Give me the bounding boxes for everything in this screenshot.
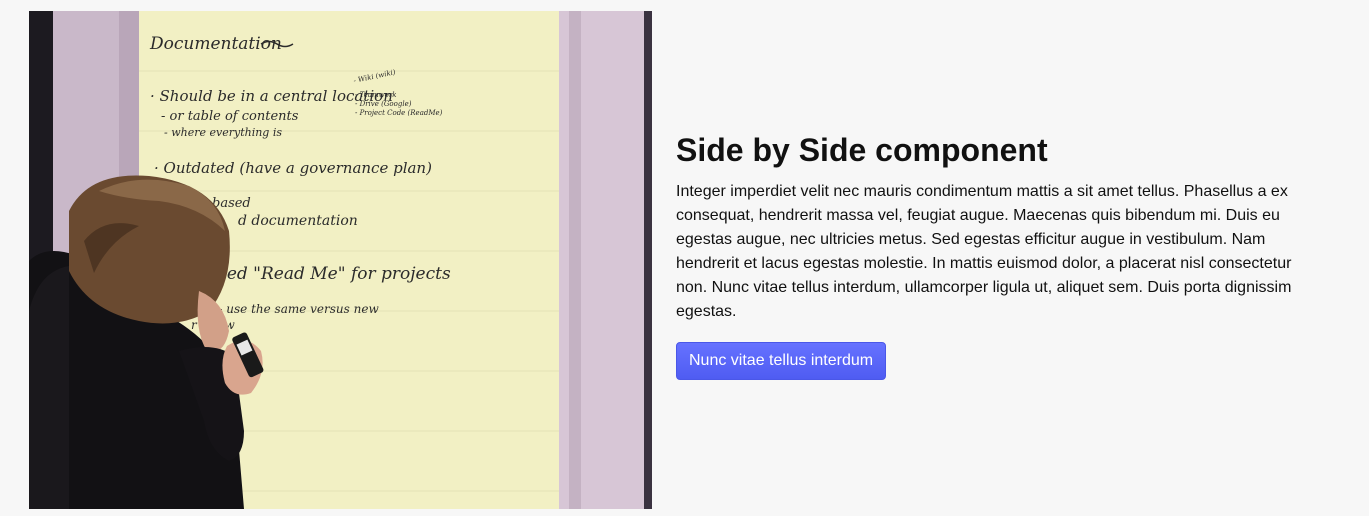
handwriting-note: - Drive (Google) [355, 100, 412, 108]
handwriting-line: d documentation [238, 213, 358, 229]
cta-button[interactable]: Nunc vitae tellus interdum [676, 342, 887, 380]
handwriting-line: based [212, 196, 251, 211]
handwriting-note: - Project Code (ReadMe) [355, 109, 443, 117]
handwriting-line: · Outdated (have a governance plan) [154, 159, 432, 177]
body-paragraph: Integer imperdiet velit nec mauris condi… [676, 183, 1292, 320]
photo-person-writing-on-flipchart: Documentation · Should be in a central l… [29, 11, 652, 509]
side-by-side-content: Side by Side component Integer imperdiet… [676, 131, 1292, 380]
handwriting-line: - where everything is [164, 126, 282, 139]
handwriting-note: - Teamwork [355, 91, 396, 99]
handwriting-line: ng- use the same versus new [203, 302, 379, 316]
feature-image: Documentation · Should be in a central l… [29, 11, 652, 509]
handwriting-line: ted "Read Me" for projects [220, 264, 451, 284]
handwriting-line: - or table of contents [161, 109, 299, 124]
page-title: Side by Side component [676, 132, 1048, 168]
